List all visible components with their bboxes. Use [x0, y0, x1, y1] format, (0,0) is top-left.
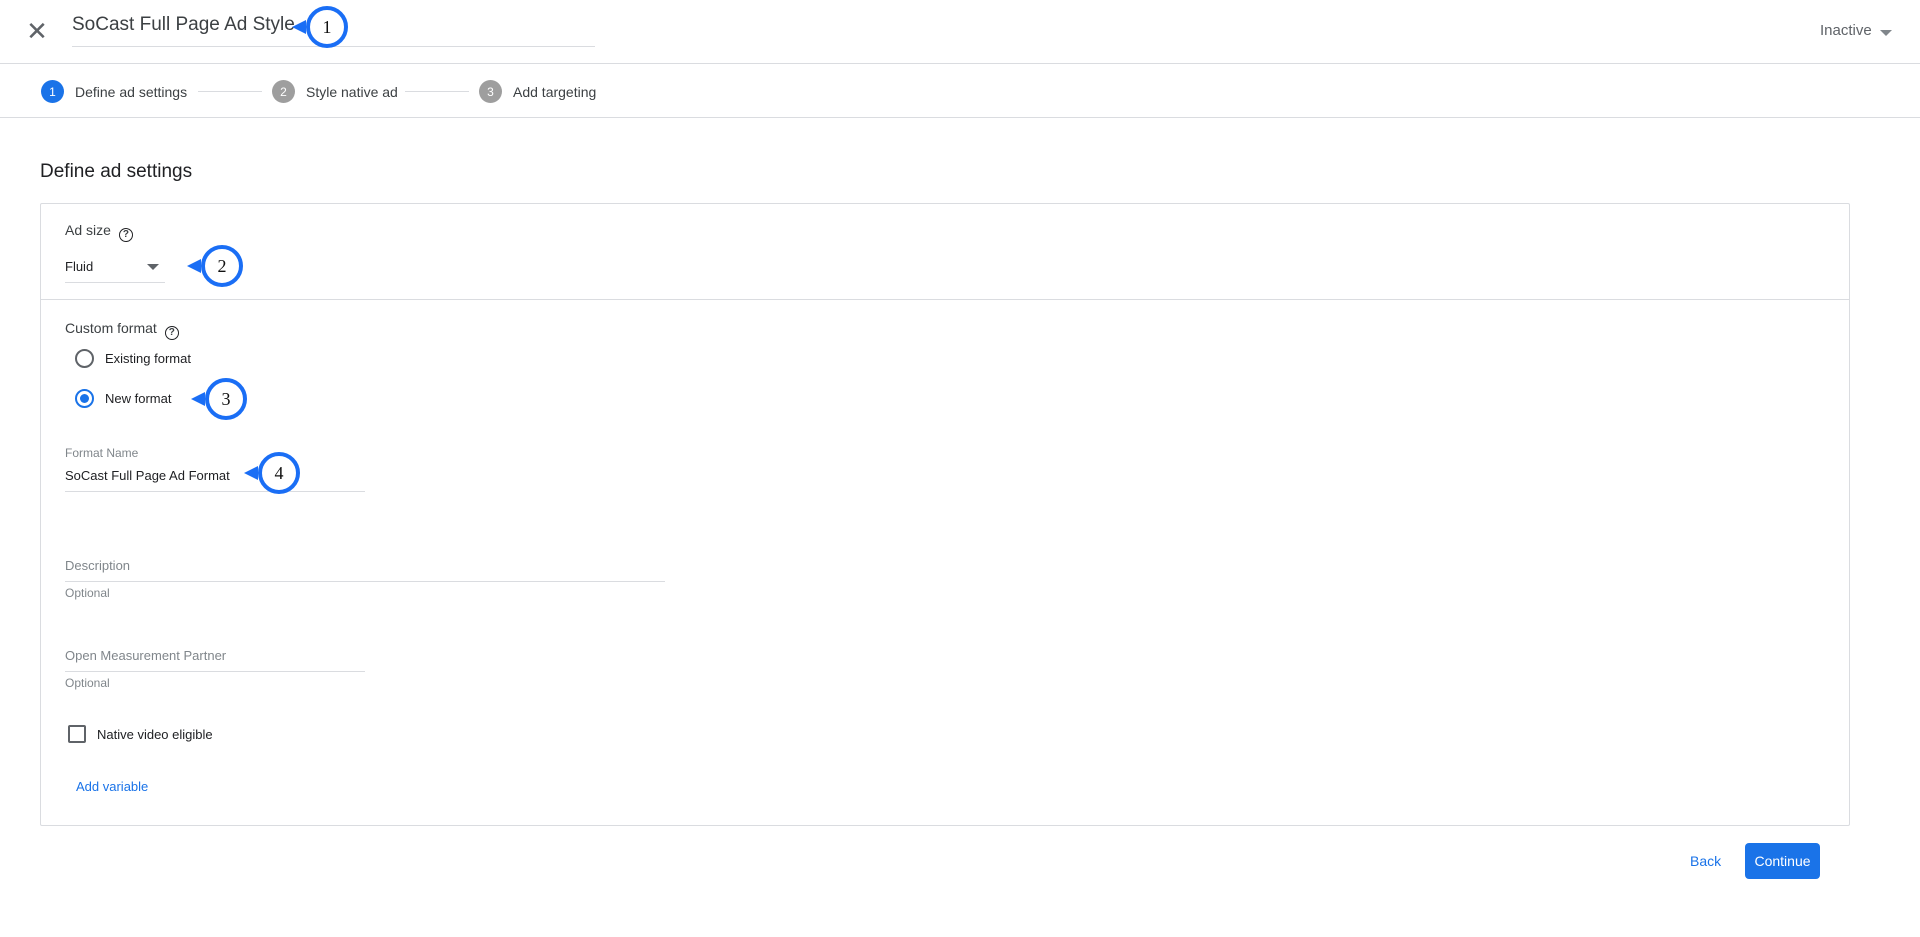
page-title: Define ad settings	[40, 161, 193, 182]
step-label: Add targeting	[513, 83, 597, 100]
description-hint: Optional	[65, 586, 110, 600]
radio-label: Existing format	[105, 351, 191, 366]
annotation-marker: 2	[201, 245, 243, 287]
status-dropdown[interactable]: Inactive	[1820, 22, 1872, 39]
description-input[interactable]: Description	[65, 558, 130, 573]
annotation-marker: 1	[306, 6, 348, 48]
step-label: Define ad settings	[75, 83, 188, 100]
native-video-label: Native video eligible	[97, 727, 213, 742]
select-underline	[65, 282, 165, 283]
custom-format-label: Custom format?	[65, 320, 179, 340]
step-style-native-ad[interactable]: 2 Style native ad	[272, 80, 398, 103]
chevron-down-icon[interactable]	[1880, 30, 1892, 36]
settings-card	[40, 203, 1850, 826]
step-label: Style native ad	[306, 83, 398, 100]
step-number: 2	[272, 80, 295, 103]
ad-size-select[interactable]: Fluid	[65, 259, 93, 274]
radio-new-format[interactable]	[75, 389, 94, 408]
ad-size-label-text: Ad size	[65, 222, 111, 238]
ad-style-title-input[interactable]: SoCast Full Page Ad Style	[72, 14, 295, 36]
annotation-pointer	[187, 259, 201, 273]
add-variable-link[interactable]: Add variable	[76, 779, 148, 794]
annotation-pointer	[244, 466, 258, 480]
annotation-pointer	[292, 20, 306, 34]
step-define-ad-settings[interactable]: 1 Define ad settings	[41, 80, 187, 103]
annotation-marker: 3	[205, 378, 247, 420]
continue-button[interactable]: Continue	[1745, 843, 1820, 879]
om-partner-hint: Optional	[65, 676, 110, 690]
radio-existing-format[interactable]	[75, 349, 94, 368]
help-icon[interactable]: ?	[118, 228, 133, 242]
close-icon[interactable]: ✕	[24, 18, 50, 44]
radio-label: New format	[105, 391, 172, 406]
step-add-targeting[interactable]: 3 Add targeting	[479, 80, 596, 103]
divider	[41, 299, 1849, 300]
input-underline	[65, 581, 665, 582]
custom-format-label-text: Custom format	[65, 320, 157, 336]
step-number: 1	[41, 80, 64, 103]
format-name-label: Format Name	[65, 446, 139, 460]
ad-size-label: Ad size?	[65, 222, 133, 242]
annotation-marker: 4	[258, 452, 300, 494]
format-name-input[interactable]: SoCast Full Page Ad Format	[65, 468, 230, 483]
input-underline	[65, 671, 365, 672]
back-button[interactable]: Back	[1690, 853, 1721, 869]
input-underline	[65, 491, 365, 492]
step-connector	[198, 91, 262, 92]
step-connector	[405, 91, 469, 92]
chevron-down-icon[interactable]	[147, 264, 159, 270]
om-partner-input[interactable]: Open Measurement Partner	[65, 648, 226, 663]
stepper: 1 Define ad settings 2 Style native ad 3 Ad…	[0, 65, 1920, 118]
native-video-checkbox[interactable]	[68, 725, 86, 743]
annotation-pointer	[191, 392, 205, 406]
help-icon[interactable]: ?	[164, 326, 179, 340]
step-number: 3	[479, 80, 502, 103]
